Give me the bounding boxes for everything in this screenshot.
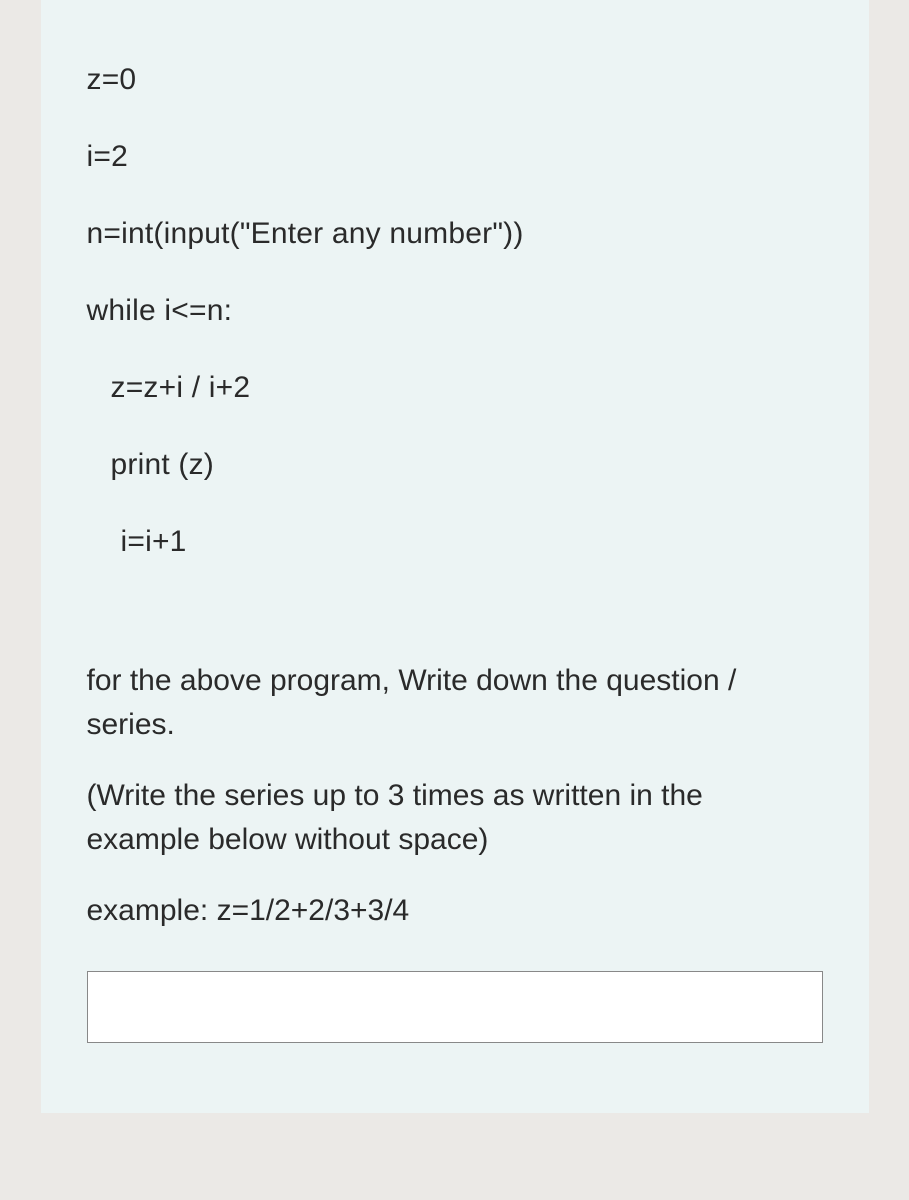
code-line-1: z=0 xyxy=(87,60,823,99)
answer-input[interactable] xyxy=(87,971,823,1043)
code-line-7: i=i+1 xyxy=(87,522,823,561)
code-line-6: print (z) xyxy=(87,445,823,484)
instruction-para-2: (Write the series up to 3 times as writt… xyxy=(87,774,823,861)
code-line-5: z=z+i / i+2 xyxy=(87,368,823,407)
question-card: z=0 i=2 n=int(input("Enter any number"))… xyxy=(41,0,869,1113)
code-line-4: while i<=n: xyxy=(87,291,823,330)
spacer xyxy=(87,599,823,659)
instruction-para-3: example: z=1/2+2/3+3/4 xyxy=(87,889,823,933)
instruction-para-1: for the above program, Write down the qu… xyxy=(87,659,823,746)
code-line-3: n=int(input("Enter any number")) xyxy=(87,214,823,253)
code-line-2: i=2 xyxy=(87,137,823,176)
